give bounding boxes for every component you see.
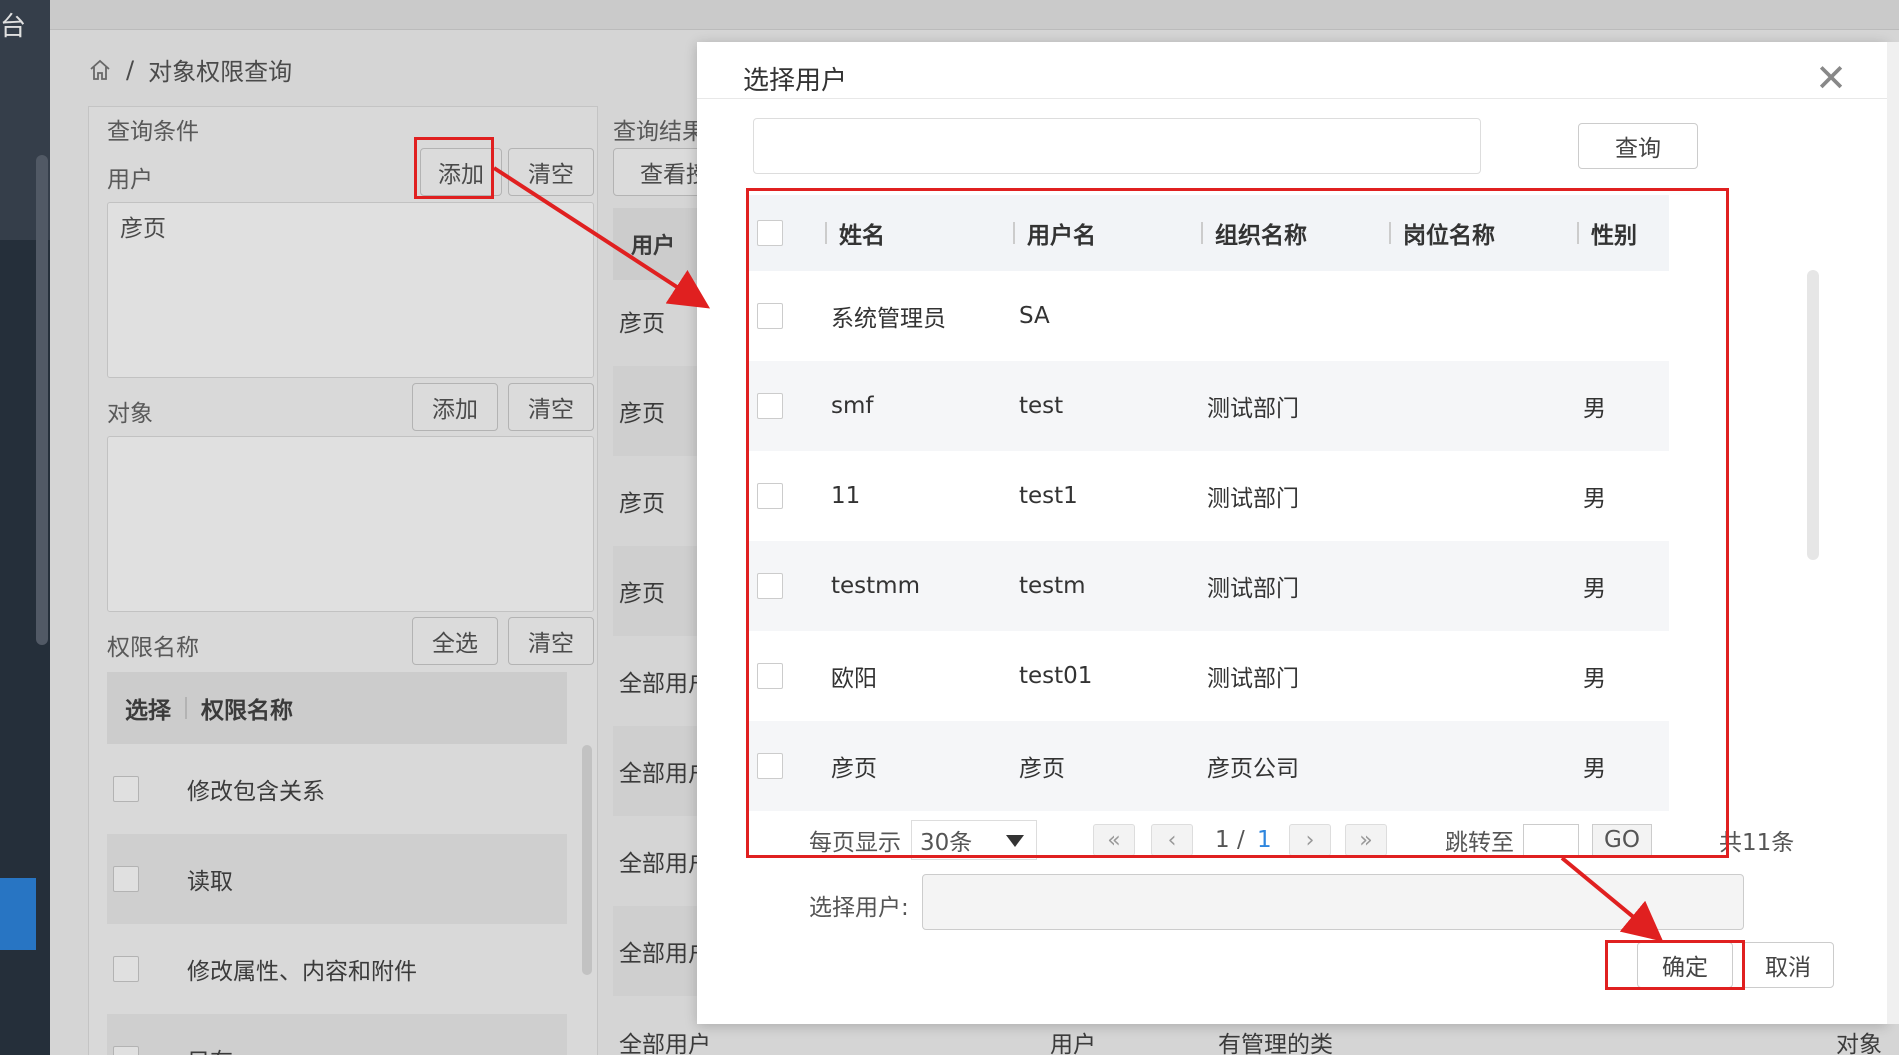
annotation-box-table bbox=[746, 188, 1729, 858]
annotation-box-confirm bbox=[1605, 940, 1745, 990]
modal-title: 选择用户 bbox=[743, 66, 848, 96]
table-scrollbar[interactable] bbox=[1807, 270, 1819, 560]
right-edge-strip bbox=[1887, 42, 1899, 1024]
annotation-box-add bbox=[414, 137, 494, 199]
selected-users-label: 选择用户: bbox=[809, 895, 909, 921]
query-button[interactable]: 查询 bbox=[1578, 123, 1698, 169]
close-icon[interactable]: ✕ bbox=[1815, 56, 1847, 100]
user-search-input[interactable] bbox=[753, 118, 1481, 174]
selected-users-field[interactable] bbox=[922, 874, 1744, 930]
modal-divider bbox=[697, 98, 1887, 99]
total-count: 共11条 bbox=[1719, 830, 1795, 856]
cancel-button[interactable]: 取消 bbox=[1742, 942, 1834, 988]
